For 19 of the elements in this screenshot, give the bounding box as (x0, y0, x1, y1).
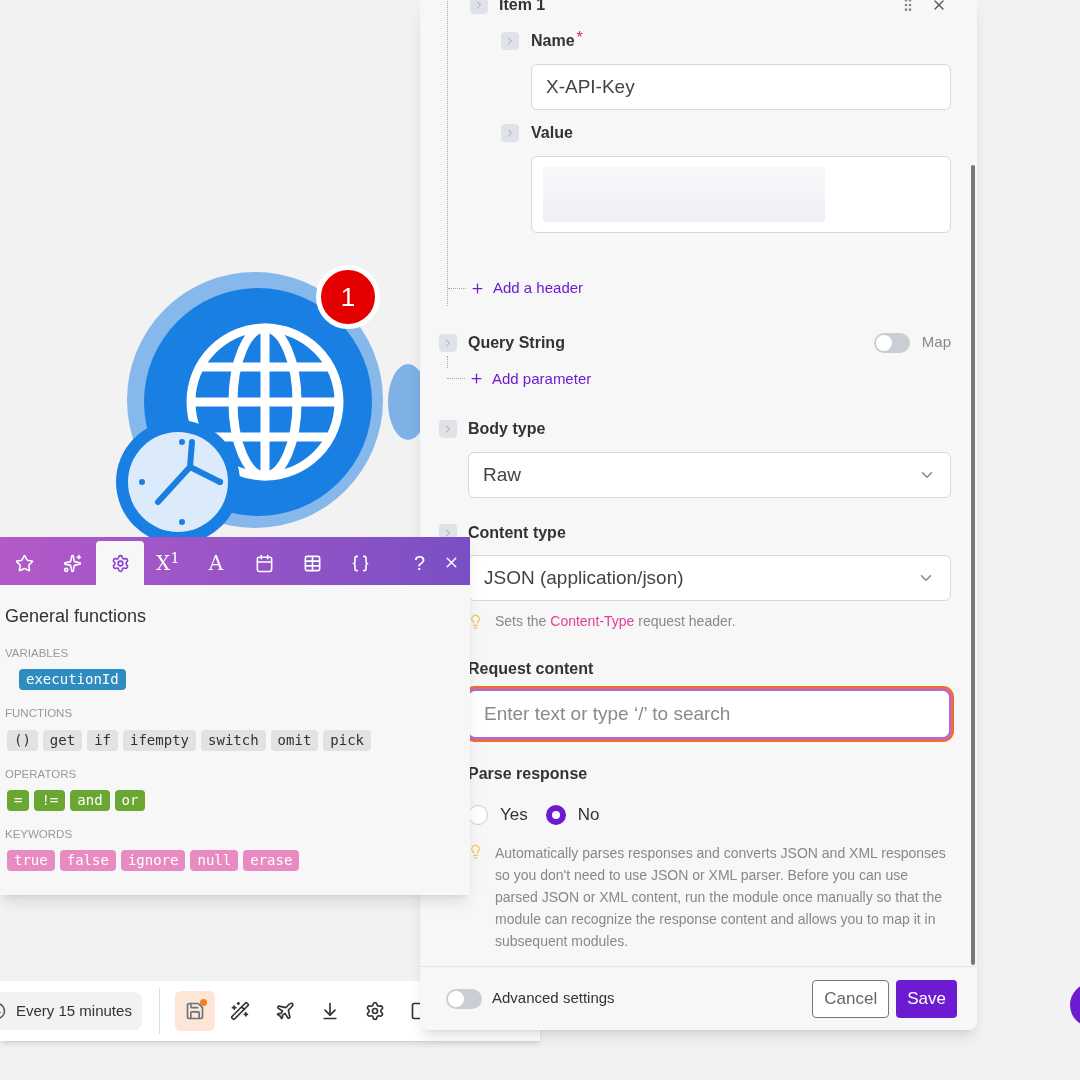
field-label: Query String (468, 332, 565, 353)
section-heading: KEYWORDS (5, 826, 74, 842)
field-label: Request content (468, 659, 595, 679)
field-label: Body type (468, 419, 546, 439)
field-label: Name (531, 31, 575, 51)
picker-title: General functions (5, 605, 148, 628)
section-heading: FUNCTIONS (5, 706, 74, 722)
hint-text: Automatically parses responses and converts JSON and XML responses so you don't need to use JSON or XML parser. Before you can use parsed JSON or XML content, run the module once manually so that the module can recognize the response content and allows you to map it in subsequent modules. (495, 843, 947, 951)
notification-count: 1 (316, 265, 380, 329)
field-label: Content type (468, 523, 566, 543)
map-label: Map (921, 332, 951, 353)
section-heading: VARIABLES (5, 646, 70, 661)
required-mark: * (576, 28, 583, 48)
section-heading: OPERATORS (5, 766, 78, 782)
schedule-label: Every 15 minutes (16, 1000, 132, 1021)
field-label: Value (531, 123, 573, 143)
advanced-settings-label: Advanced settings (492, 988, 615, 1009)
hint-text: Sets the Content-Type request header. (495, 612, 736, 631)
code-token: Content-Type (550, 613, 635, 629)
